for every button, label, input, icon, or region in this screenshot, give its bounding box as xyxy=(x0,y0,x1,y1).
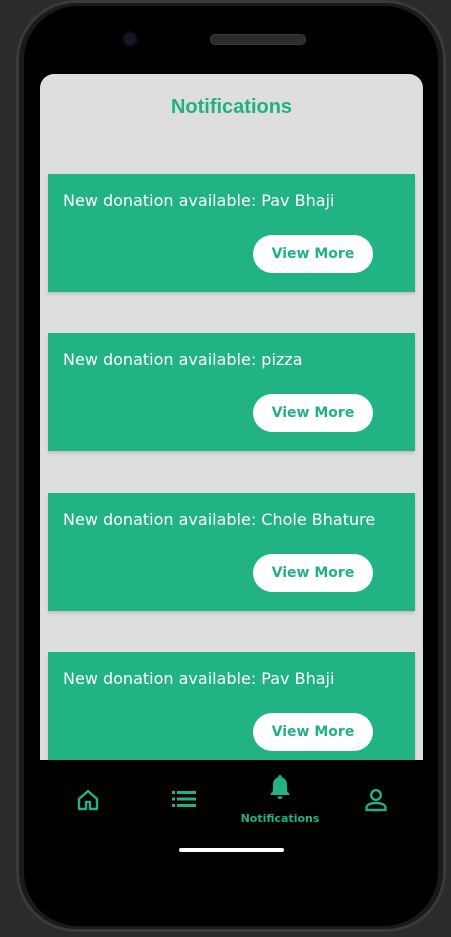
nav-item-notifications[interactable]: Notifications xyxy=(232,760,328,840)
notification-text: New donation available: pizza xyxy=(63,350,303,369)
nav-item-home[interactable] xyxy=(40,760,136,840)
notification-text: New donation available: Pav Bhaji xyxy=(63,191,335,210)
view-more-button[interactable]: View More xyxy=(253,713,373,751)
home-icon xyxy=(77,789,99,811)
person-icon xyxy=(365,788,387,812)
bottom-navigation: Notifications xyxy=(40,760,423,840)
list-icon xyxy=(172,791,196,807)
view-more-button[interactable]: View More xyxy=(253,554,373,592)
nav-item-list[interactable] xyxy=(136,760,232,840)
notification-text: New donation available: Chole Bhature xyxy=(63,510,376,529)
earpiece-speaker xyxy=(210,34,306,45)
notification-card: New donation available: Pav Bhaji View M… xyxy=(48,174,415,292)
bell-icon xyxy=(270,775,290,799)
view-more-button[interactable]: View More xyxy=(253,394,373,432)
notification-card: New donation available: pizza View More xyxy=(48,333,415,451)
notification-card: New donation available: Chole Bhature Vi… xyxy=(48,493,415,611)
page-title: Notifications xyxy=(170,96,293,118)
nav-label-notifications: Notifications xyxy=(240,812,320,825)
front-camera xyxy=(124,33,136,45)
app-screen: Notifications New donation available: Pa… xyxy=(40,74,423,760)
nav-item-profile[interactable] xyxy=(328,760,424,840)
notification-card: New donation available: Pav Bhaji View M… xyxy=(48,652,415,760)
view-more-button[interactable]: View More xyxy=(253,235,373,273)
home-indicator[interactable] xyxy=(179,848,284,852)
notification-text: New donation available: Pav Bhaji xyxy=(63,669,335,688)
